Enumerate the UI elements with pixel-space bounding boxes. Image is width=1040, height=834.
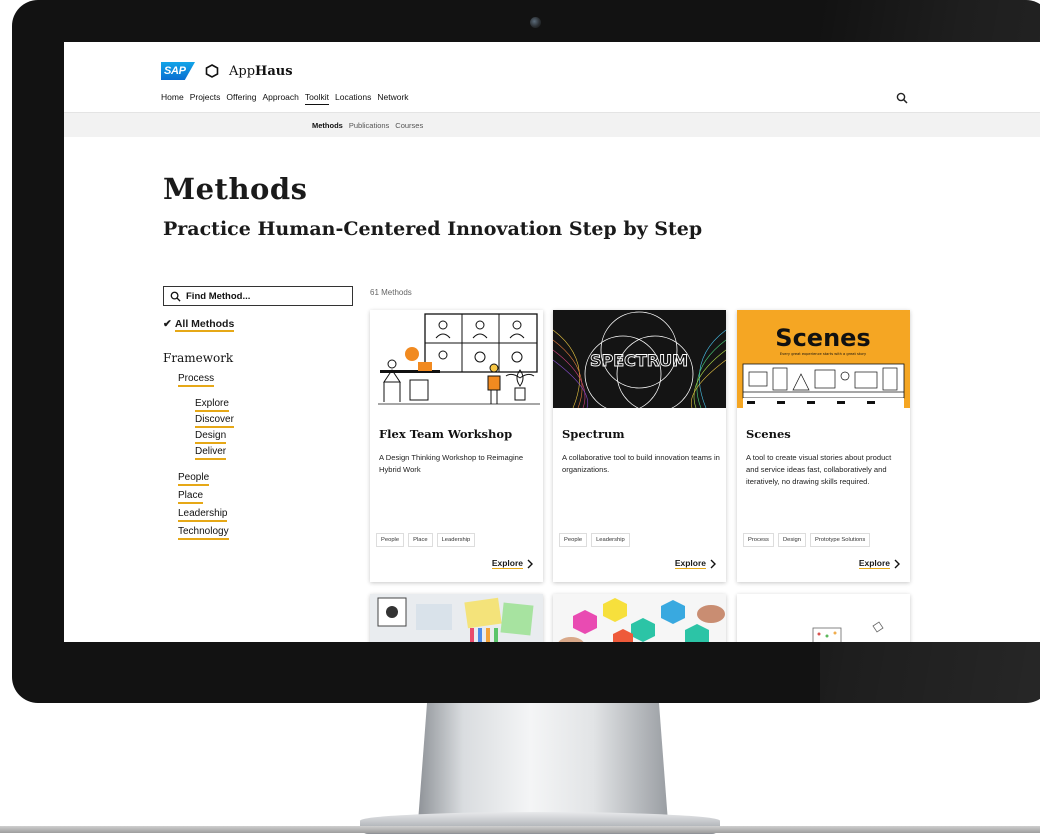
card-description: A tool to create visual stories about pr… [746, 453, 892, 486]
checkmark-icon: ✔ [163, 318, 172, 330]
method-card-row2-2[interactable] [553, 594, 726, 642]
tag-people[interactable]: People [376, 533, 405, 547]
page-title: Methods [163, 172, 308, 206]
filter-technology[interactable]: Technology [178, 525, 229, 540]
explore-link[interactable]: Explore [674, 558, 716, 569]
nav-projects[interactable]: Projects [190, 92, 221, 105]
filter-process[interactable]: Process [178, 372, 215, 387]
scenes-illustration: Scenes Every great experience starts wit… [742, 324, 905, 408]
method-card-row2-3[interactable] [737, 594, 910, 642]
explore-label: Explore [674, 558, 706, 569]
search-icon[interactable] [896, 92, 908, 104]
monitor-stand-neck [418, 690, 668, 822]
method-card-scenes[interactable]: Scenes Every great experience starts wit… [737, 310, 910, 582]
explore-link[interactable]: Explore [491, 558, 533, 569]
scenes-tagline: Every great experience starts with a gre… [780, 352, 867, 356]
sap-logo[interactable]: SAP [161, 62, 195, 80]
explore-link[interactable]: Explore [858, 558, 900, 569]
filter-discover[interactable]: Discover [195, 413, 234, 428]
find-method-search[interactable] [163, 286, 353, 306]
explore-label: Explore [858, 558, 890, 569]
subnav-bar: Methods Publications Courses [64, 112, 1040, 137]
find-method-input[interactable] [186, 290, 336, 302]
tag-people[interactable]: People [559, 533, 588, 547]
method-card-row2-1[interactable] [370, 594, 543, 642]
card-tags: People Leadership [559, 533, 630, 547]
framework-heading: Framework [163, 351, 234, 365]
card-title: Scenes [746, 427, 791, 441]
tag-prototype-solutions[interactable]: Prototype Solutions [810, 533, 871, 547]
brand-prefix: App [229, 63, 256, 79]
card-thumbnail: Scenes Every great experience starts wit… [737, 310, 910, 408]
page-subtitle: Practice Human-Centered Innovation Step … [163, 218, 703, 240]
brand-row[interactable]: SAP AppHaus [161, 60, 293, 82]
all-methods-label: All Methods [174, 318, 235, 332]
chevron-right-icon [710, 559, 716, 568]
nav-network[interactable]: Network [377, 92, 408, 105]
apphaus-logo-icon [205, 64, 219, 78]
nav-home[interactable]: Home [161, 92, 184, 105]
method-card-flex-team-workshop[interactable]: Flex Team Workshop A Design Thinking Wor… [370, 310, 543, 582]
flex-team-illustration [378, 313, 540, 405]
card-tags: Process Design Prototype Solutions [743, 533, 871, 547]
subnav-methods[interactable]: Methods [312, 121, 343, 130]
card-thumbnail [370, 594, 543, 642]
tag-process[interactable]: Process [743, 533, 774, 547]
filter-deliver[interactable]: Deliver [195, 445, 227, 460]
sub-nav: Methods Publications Courses [312, 121, 423, 130]
chevron-right-icon [894, 559, 900, 568]
subnav-courses[interactable]: Courses [395, 121, 423, 130]
card-thumbnail [370, 310, 543, 408]
card-thumbnail: SPECTRUM [553, 310, 726, 408]
filter-place[interactable]: Place [178, 489, 204, 504]
filter-all-methods[interactable]: ✔ All Methods [163, 318, 235, 332]
nav-toolkit[interactable]: Toolkit [304, 92, 329, 105]
apphaus-wordmark[interactable]: AppHaus [229, 64, 293, 79]
filter-explore[interactable]: Explore [195, 397, 229, 412]
screen: SAP AppHaus Home Projects Offering Appro… [64, 42, 1040, 642]
results-count: 61 Methods [370, 288, 412, 297]
tag-leadership[interactable]: Leadership [591, 533, 630, 547]
chevron-right-icon [527, 559, 533, 568]
tag-design[interactable]: Design [777, 533, 806, 547]
tag-place[interactable]: Place [408, 533, 433, 547]
spectrum-wordmark: SPECTRUM [590, 351, 688, 370]
nav-locations[interactable]: Locations [335, 92, 371, 105]
search-icon [170, 291, 181, 302]
card-tags: People Place Leadership [376, 533, 476, 547]
webcam [530, 17, 541, 28]
main-nav: Home Projects Offering Approach Toolkit … [161, 92, 415, 105]
method-card-spectrum[interactable]: SPECTRUM Spectrum A collaborative tool t… [553, 310, 726, 582]
card-thumbnail [737, 594, 910, 642]
floor-shadow [0, 826, 1040, 833]
brand-bold: Haus [255, 63, 293, 79]
explore-label: Explore [491, 558, 523, 569]
nav-approach[interactable]: Approach [263, 92, 299, 105]
filter-people[interactable]: People [178, 471, 210, 486]
scenes-wordmark: Scenes [775, 324, 870, 352]
nav-offering[interactable]: Offering [226, 92, 256, 105]
card-title: Flex Team Workshop [379, 427, 513, 441]
card-title: Spectrum [562, 427, 625, 441]
filter-design[interactable]: Design [195, 429, 227, 444]
tag-leadership[interactable]: Leadership [436, 533, 476, 547]
subnav-publications[interactable]: Publications [349, 121, 389, 130]
card-description: A collaborative tool to build innovation… [562, 453, 720, 474]
card-thumbnail [553, 594, 726, 642]
card-description: A Design Thinking Workshop to Reimagine … [379, 453, 524, 474]
spectrum-illustration: SPECTRUM [553, 311, 726, 408]
filter-leadership[interactable]: Leadership [178, 507, 228, 522]
